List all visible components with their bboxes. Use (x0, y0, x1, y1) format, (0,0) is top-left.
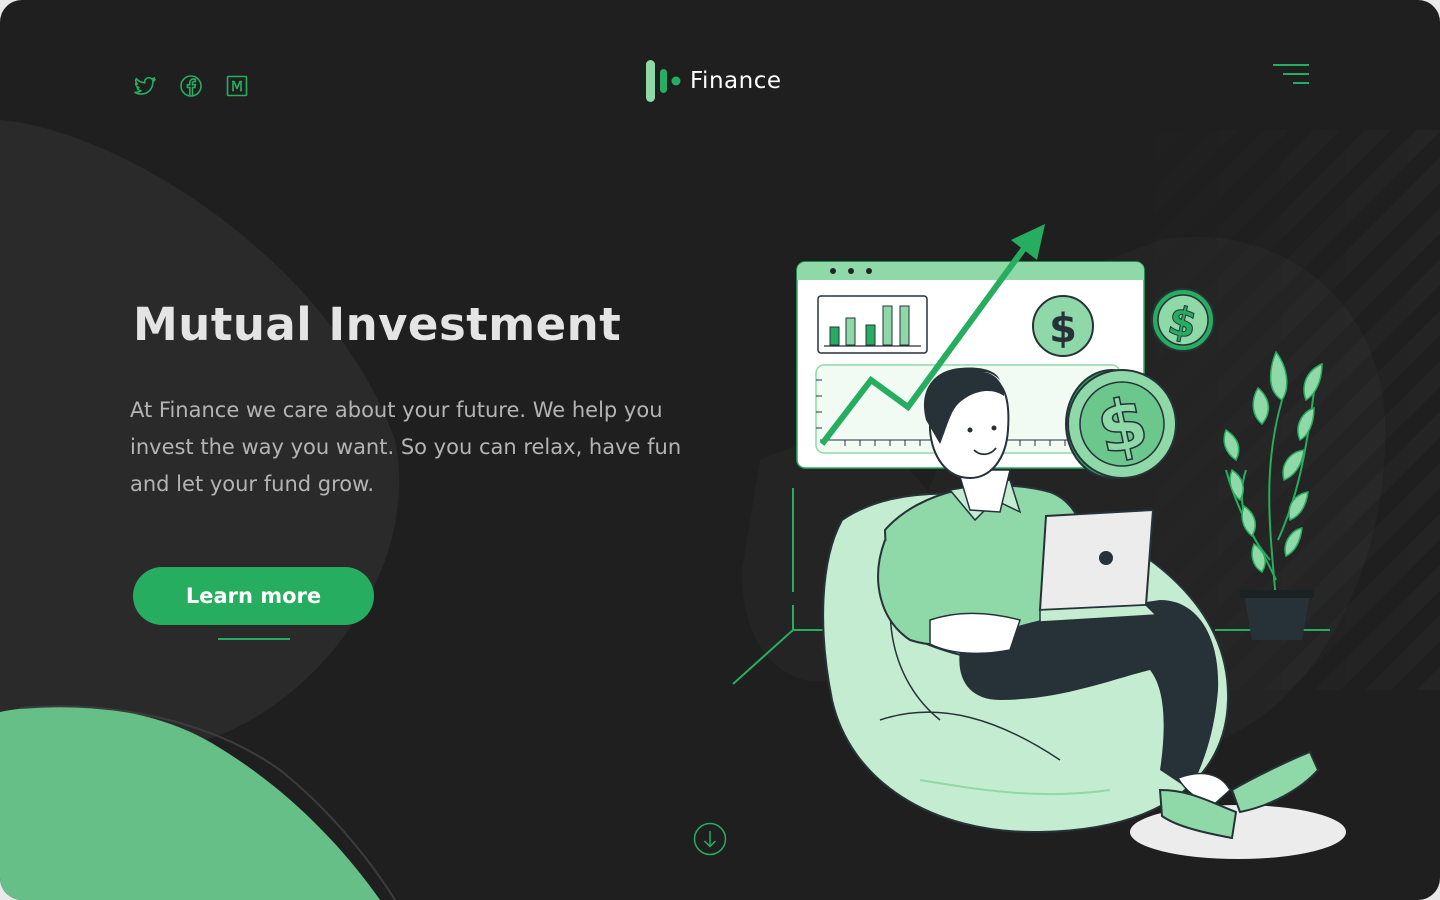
social-links (133, 74, 249, 98)
learn-more-button[interactable]: Learn more (133, 567, 374, 625)
brand-logo-icon (646, 60, 681, 102)
hero-description: At Finance we care about your future. We… (130, 398, 682, 496)
medium-icon[interactable] (225, 74, 249, 98)
arrow-down-circle-icon[interactable] (693, 822, 727, 856)
brand-logo[interactable]: Finance (646, 60, 782, 102)
page-frame: Finance Mutual Investment At Finance we … (0, 0, 1440, 900)
hero-title: Mutual Investment (133, 298, 622, 351)
button-underline (218, 638, 290, 640)
twitter-icon[interactable] (133, 74, 157, 98)
investment-illustration: $ $ $ (732, 224, 1346, 859)
plant-graphic (1223, 350, 1323, 640)
svg-text:$: $ (1049, 306, 1077, 352)
hamburger-menu-icon[interactable] (1270, 62, 1312, 88)
brand-name: Finance (690, 68, 782, 94)
facebook-icon[interactable] (179, 74, 203, 98)
